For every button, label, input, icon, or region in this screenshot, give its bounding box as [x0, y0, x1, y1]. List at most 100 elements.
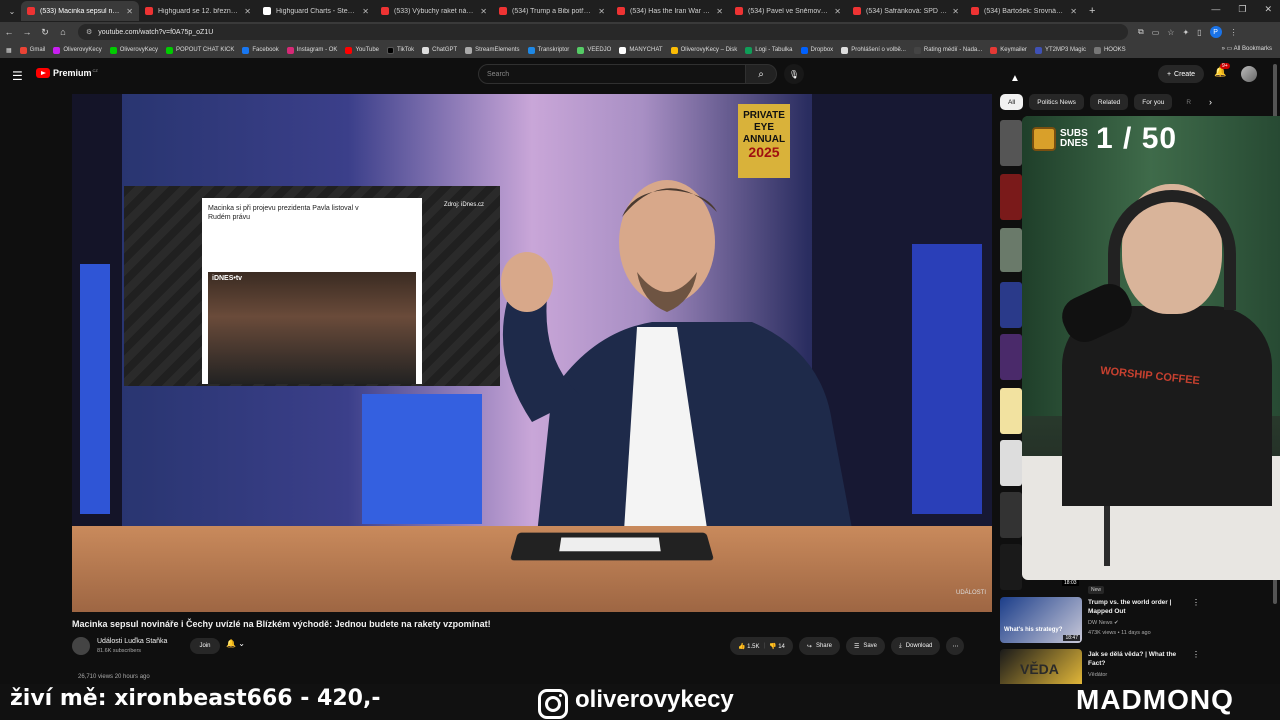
sidebar-thumb[interactable]	[1000, 174, 1022, 220]
apps-icon[interactable]: ▦	[6, 47, 12, 54]
subscription-bell-button[interactable]: 🔔 ⌄	[226, 639, 245, 648]
tab-close-icon[interactable]: ✕	[952, 7, 959, 16]
sidebar-thumbnail[interactable]: What's his strategy? 18:47	[1000, 597, 1082, 643]
save-button[interactable]: ☰ Save	[845, 637, 886, 655]
dislike-button[interactable]: 👎 14	[769, 643, 785, 650]
voice-search-button[interactable]: 🎙	[784, 64, 804, 84]
share-button[interactable]: ↪ Share	[798, 637, 840, 655]
bookmark-logi[interactable]: Logi - Tabulka	[745, 46, 793, 54]
sidepanel-icon[interactable]: ▯	[1197, 28, 1201, 37]
bookmark-prohlaseni[interactable]: Prohlášení o volbě...	[841, 46, 906, 54]
tab-3[interactable]: (533) Výbuchy raket nás budí z...✕	[375, 1, 493, 21]
site-info-icon[interactable]: ⚙	[86, 28, 92, 36]
sidebar-video-title[interactable]: Jak se dělá věda? | What the Fact?	[1088, 650, 1188, 668]
sidebar-thumb[interactable]	[1000, 120, 1022, 166]
translate-icon[interactable]: ⧉	[1138, 27, 1144, 37]
chip-more[interactable]: R	[1178, 94, 1199, 110]
reload-icon[interactable]: ↻	[36, 27, 54, 38]
sidebar-channel[interactable]: DW News ✔	[1088, 620, 1119, 626]
bookmark-gmail[interactable]: Gmail	[19, 46, 45, 54]
create-button[interactable]: + Create	[1158, 65, 1204, 83]
sidebar-thumb[interactable]	[1000, 440, 1022, 486]
close-window-icon[interactable]: ✕	[1264, 4, 1272, 15]
bookmark-tiktok[interactable]: TikTok	[387, 46, 414, 54]
minimize-icon[interactable]: —	[1211, 4, 1220, 15]
tab-close-icon[interactable]: ✕	[244, 7, 251, 16]
sidebar-channel[interactable]: Vědátor	[1088, 672, 1107, 678]
tab-7[interactable]: (534) Šafránková: SPD v tuto ch...✕	[847, 1, 965, 21]
cast-icon[interactable]: ▭	[1152, 28, 1160, 37]
channel-avatar[interactable]	[72, 637, 90, 655]
home-icon[interactable]: ⌂	[54, 27, 72, 37]
tab-4[interactable]: (534) Trump a Bibi potřebují vál...✕	[493, 1, 611, 21]
bookmark-hooks[interactable]: HOOKS	[1093, 46, 1126, 54]
search-input[interactable]: Search	[478, 64, 746, 84]
sidebar-thumb[interactable]	[1000, 228, 1022, 272]
tab-2[interactable]: Highguard Charts - SteamDB ✕	[257, 1, 375, 21]
bookmark-youtube[interactable]: YouTube	[345, 46, 379, 54]
browser-menu-icon[interactable]: ⋮	[1230, 28, 1238, 37]
tab-close-icon[interactable]: ✕	[716, 7, 723, 16]
bookmark-drive[interactable]: OliverovyKecy – Disk	[670, 46, 737, 54]
bookmark-facebook[interactable]: Facebook	[242, 46, 279, 54]
sidebar-video-title[interactable]: Trump vs. the world order | Mapped Out	[1088, 598, 1188, 616]
tab-close-icon[interactable]: ✕	[598, 7, 605, 16]
bookmark-star-icon[interactable]: ☆	[1167, 28, 1174, 37]
account-avatar[interactable]	[1241, 66, 1257, 82]
bookmark-rating[interactable]: Rating médií - Nada...	[913, 46, 982, 54]
chip-related[interactable]: Related	[1089, 94, 1129, 110]
bookmark-yt2mp3[interactable]: YT2MP3 Magic	[1034, 46, 1086, 54]
search-button[interactable]: ⌕	[745, 64, 777, 84]
menu-icon[interactable]: ☰	[12, 69, 23, 83]
bookmark-oliverovykecy[interactable]: OliverovyKecy	[53, 46, 102, 54]
youtube-premium-logo[interactable]: Premium CZ	[36, 68, 98, 78]
sidebar-thumb[interactable]	[1000, 388, 1022, 434]
channel-name[interactable]: Události Luďka Staňka	[97, 638, 167, 645]
tab-close-icon[interactable]: ✕	[1070, 7, 1077, 16]
back-icon[interactable]: ←	[0, 27, 18, 37]
tab-0[interactable]: (533) Macinka sepsul novi... ✕	[21, 1, 139, 21]
tab-close-icon[interactable]: ✕	[362, 7, 369, 16]
forward-icon[interactable]: →	[18, 27, 36, 37]
all-bookmarks[interactable]: » ▭ All Bookmarks	[1222, 45, 1272, 52]
tab-close-icon[interactable]: ✕	[480, 7, 487, 16]
sidebar-thumb[interactable]	[1000, 492, 1022, 538]
join-button[interactable]: Join	[190, 638, 220, 654]
bookmark-dropbox[interactable]: Dropbox	[800, 46, 833, 54]
tab-6[interactable]: (534) Pavel ve Sněmovně: Nem...✕	[729, 1, 847, 21]
tab-8[interactable]: (534) Bartošek: Srovnávat Írán s...✕	[965, 1, 1083, 21]
like-button[interactable]: 👍 1.5K	[738, 643, 760, 650]
bookmark-chatgpt[interactable]: ChatGPT	[422, 46, 457, 54]
bookmark-veedjo[interactable]: VEEDJO	[577, 46, 611, 54]
download-button[interactable]: ⤓ Download	[891, 637, 941, 655]
bookmark-keymailer[interactable]: Keymailer	[990, 46, 1027, 54]
sidebar-thumb[interactable]	[1000, 334, 1022, 380]
bookmark-popout-chat[interactable]: POPOUT CHAT KICK	[166, 46, 234, 54]
sidebar-thumb[interactable]	[1000, 282, 1022, 328]
more-actions-button[interactable]: ⋯	[946, 637, 965, 655]
extensions-icon[interactable]: ✦	[1182, 28, 1189, 37]
bookmark-manychat[interactable]: MANYCHAT	[619, 46, 663, 54]
chip-all[interactable]: All	[1000, 94, 1024, 110]
bookmark-streamelements[interactable]: StreamElements	[465, 46, 520, 54]
bookmark-transkriptor[interactable]: Transkriptor	[527, 46, 569, 54]
chevron-right-icon[interactable]: ›	[1209, 97, 1212, 107]
tab-1[interactable]: Highguard se 12. března defini...✕	[139, 1, 257, 21]
bookmark-instagram[interactable]: Instagram - OK	[286, 46, 337, 54]
tab-search-icon[interactable]: ⌄	[3, 2, 21, 20]
chip-for-you[interactable]: For you	[1134, 94, 1173, 110]
tab-close-icon[interactable]: ✕	[834, 7, 841, 16]
profile-avatar[interactable]: P	[1209, 26, 1222, 38]
notifications-button[interactable]: 🔔 9+	[1214, 63, 1230, 78]
bookmark-oliverovykecy-2[interactable]: OliverovyKecy	[109, 46, 158, 54]
more-icon[interactable]: ⋮	[1192, 650, 1200, 659]
new-tab-button[interactable]: +	[1089, 5, 1095, 17]
tab-close-icon[interactable]: ✕	[126, 7, 133, 16]
video-player[interactable]: Macinka si při projevu prezidenta Pavla …	[72, 94, 992, 612]
more-icon[interactable]: ⋮	[1192, 598, 1200, 607]
chip-politics-news[interactable]: Politics News	[1029, 94, 1084, 110]
maximize-icon[interactable]: ❐	[1238, 4, 1246, 15]
tab-5[interactable]: (534) Has the Iran War Created...✕	[611, 1, 729, 21]
url-field[interactable]: ⚙ youtube.com/watch?v=f0A75p_oZ1U	[78, 24, 1128, 40]
sidebar-thumb[interactable]	[1000, 544, 1022, 590]
